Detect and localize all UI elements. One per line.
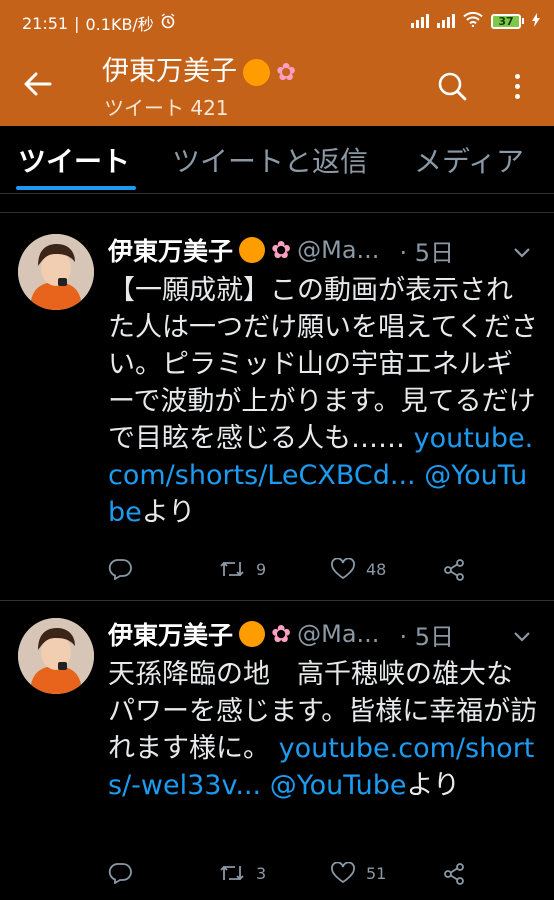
reply-button[interactable] — [108, 862, 132, 884]
heart-icon — [331, 558, 355, 580]
like-button[interactable]: 51 — [330, 862, 386, 884]
tweet-time[interactable]: · 5日 — [399, 617, 454, 652]
tweet-actions: 3 51 — [108, 862, 548, 892]
author-handle[interactable]: @Ma... — [297, 620, 379, 648]
retweet-count: 3 — [256, 863, 267, 883]
alarm-icon — [160, 13, 176, 33]
active-tab-indicator — [16, 186, 136, 190]
more-options-button[interactable] — [505, 68, 529, 104]
orange-circle-emoji — [243, 58, 270, 86]
author-name[interactable]: 伊東万美子 — [108, 616, 233, 652]
tweet-actions: 9 48 — [108, 558, 548, 588]
status-bar: 21:51 | 0.1KB/秒 37 — [0, 0, 554, 40]
like-count: 48 — [366, 559, 387, 579]
more-vertical-icon — [514, 73, 520, 79]
tweet-suffix: より — [141, 497, 196, 528]
status-separator: | — [74, 13, 80, 33]
cherry-blossom-emoji: ✿ — [271, 236, 292, 264]
arrow-left-icon — [24, 72, 52, 96]
tweet-suffix: より — [406, 770, 460, 801]
reply-icon — [108, 863, 132, 884]
search-button[interactable] — [436, 70, 468, 102]
profile-header: 伊東万美子 ✿ ツイート 421 — [0, 40, 554, 126]
back-button[interactable] — [22, 70, 54, 98]
tweet-time[interactable]: · 5日 — [399, 233, 454, 268]
author-handle[interactable]: @Ma... — [297, 236, 379, 264]
battery-icon: 37 — [491, 13, 524, 29]
profile-tabs: ツイート ツイートと返信 メディア — [0, 126, 554, 192]
share-button[interactable] — [442, 862, 466, 886]
avatar[interactable] — [18, 234, 94, 310]
charging-icon — [532, 12, 540, 31]
share-icon — [444, 863, 464, 885]
cellular-signal-icon — [411, 14, 429, 28]
tweet-count: ツイート 421 — [104, 96, 229, 120]
chevron-down-icon[interactable] — [512, 630, 532, 644]
tweet-text: 【一願成就】この動画が表示された人は一つだけ願いを唱えてください。ピラミッド山の… — [108, 272, 538, 531]
retweet-icon — [220, 561, 244, 577]
cherry-blossom-emoji: ✿ — [271, 620, 292, 648]
retweet-button[interactable]: 9 — [218, 558, 266, 580]
cellular-signal-2-icon — [437, 14, 455, 28]
tweet-header: 伊東万美子 ✿ @Ma... · 5日 — [108, 232, 454, 268]
mention-link[interactable]: @YouTube — [270, 770, 407, 801]
heart-icon — [331, 862, 355, 884]
author-name[interactable]: 伊東万美子 — [108, 232, 233, 268]
status-time: 21:51 — [22, 13, 69, 33]
share-button[interactable] — [442, 558, 466, 582]
retweet-icon — [220, 865, 244, 881]
like-count: 51 — [366, 863, 387, 883]
status-network-speed: 0.1KB/秒 — [85, 15, 154, 34]
tweet-header: 伊東万美子 ✿ @Ma... · 5日 — [108, 616, 454, 652]
reply-icon — [108, 559, 132, 580]
share-icon — [444, 559, 464, 581]
retweet-button[interactable]: 3 — [218, 862, 266, 884]
battery-level: 37 — [491, 13, 521, 29]
profile-name: 伊東万美子 — [102, 56, 237, 87]
tab-tweets-and-replies[interactable]: ツイートと返信 — [172, 140, 368, 180]
tab-media[interactable]: メディア — [414, 140, 524, 180]
tweet[interactable]: 伊東万美子 ✿ @Ma... · 5日 【一願成就】この動画が表示された人は一つ… — [0, 212, 554, 600]
like-button[interactable]: 48 — [330, 558, 386, 580]
orange-circle-emoji — [239, 237, 266, 263]
profile-title: 伊東万美子 ✿ — [102, 56, 296, 88]
search-icon — [438, 72, 467, 101]
tweet[interactable]: 伊東万美子 ✿ @Ma... · 5日 天孫降臨の地 高千穂峡の雄大なパワーを感… — [0, 600, 554, 900]
wifi-icon — [463, 11, 483, 31]
reply-button[interactable] — [108, 558, 132, 580]
avatar[interactable] — [18, 618, 94, 694]
tweet-text: 天孫降臨の地 高千穂峡の雄大なパワーを感じます。皆様に幸福が訪れます様に。 yo… — [108, 656, 538, 804]
cherry-blossom-emoji: ✿ — [276, 58, 297, 86]
chevron-down-icon[interactable] — [512, 246, 532, 260]
divider — [0, 193, 554, 194]
orange-circle-emoji — [239, 621, 266, 647]
retweet-count: 9 — [256, 559, 267, 579]
tab-tweets[interactable]: ツイート — [18, 140, 130, 180]
